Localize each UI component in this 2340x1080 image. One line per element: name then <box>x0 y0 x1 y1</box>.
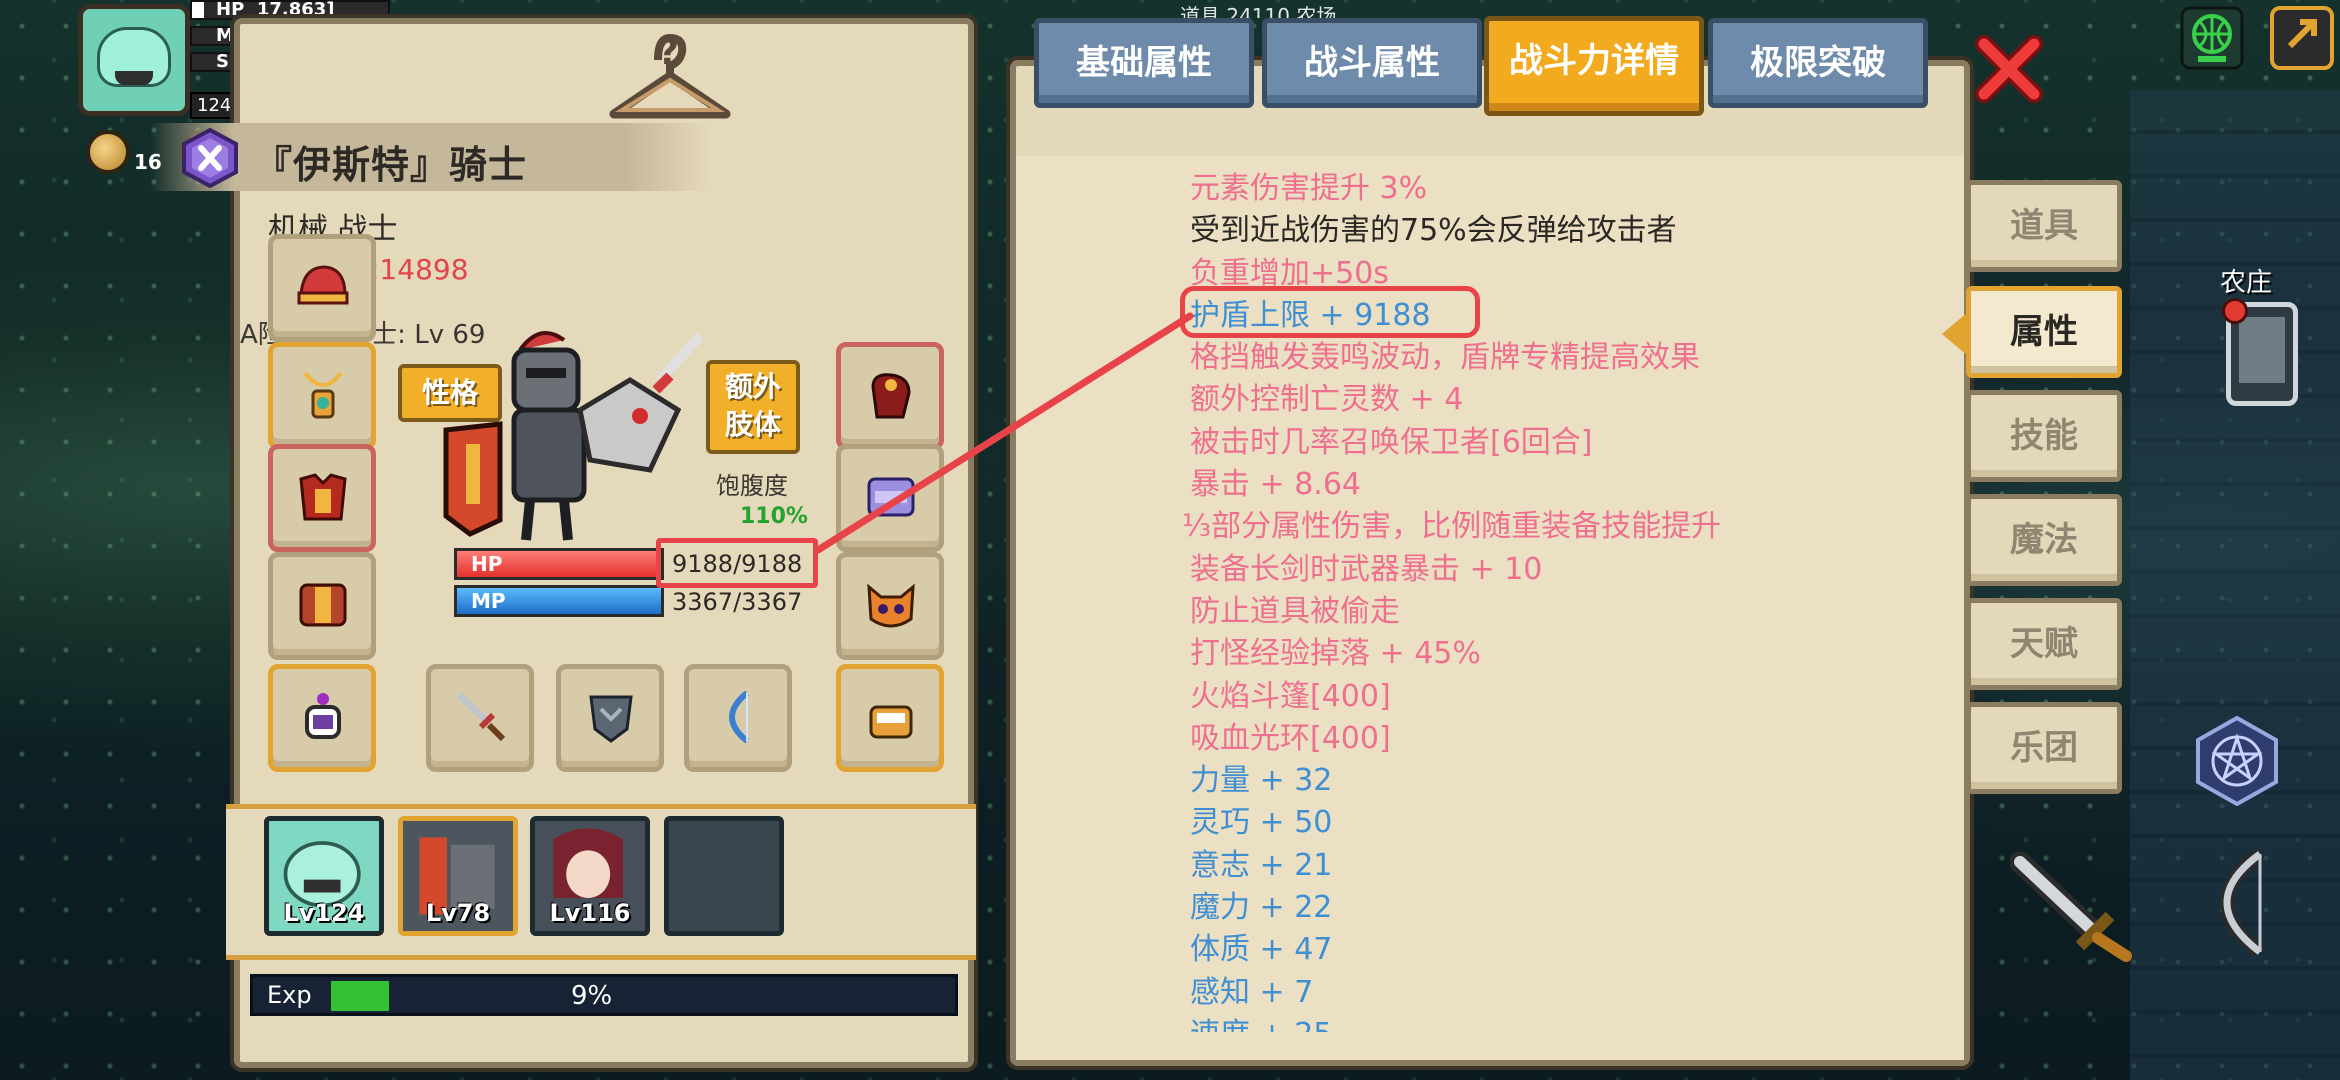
stat-line: 被击时几率召唤保卫者[6回合] <box>1190 424 1593 460</box>
stat-line: 格挡触发轰鸣波动，盾牌专精提高效果 <box>1190 340 1700 376</box>
party-member-empty[interactable] <box>664 816 784 936</box>
globe-icon[interactable] <box>2180 6 2244 70</box>
stat-line: 意志 + 21 <box>1190 847 1333 883</box>
character-name: 『伊斯特』骑士 <box>254 143 528 187</box>
equip-slot-pet[interactable] <box>836 552 944 660</box>
equip-slot-helmet[interactable] <box>268 234 376 342</box>
amulet-icon <box>303 371 343 419</box>
armor-icon <box>299 473 347 521</box>
sword-slot-icon <box>456 692 506 742</box>
stat-line: 魔力 + 22 <box>1190 890 1333 926</box>
stat-line: 打怪经验掉落 + 45% <box>1190 636 1481 672</box>
gauntlet-icon <box>871 373 911 419</box>
exp-value: 9% <box>571 981 613 1011</box>
svg-text:?: ? <box>658 32 679 73</box>
stat-line: 力量 + 32 <box>1190 763 1333 799</box>
tab-combat-power-details[interactable]: 战斗力详情 <box>1484 16 1704 116</box>
chest-icon <box>869 705 913 739</box>
satiety-label: 饱腹度 <box>716 472 788 500</box>
fox-mask-icon <box>867 583 915 628</box>
sword-icon[interactable] <box>2010 852 2140 962</box>
stat-line: 感知 + 7 <box>1190 974 1314 1010</box>
tab-combat-attributes[interactable]: 战斗属性 <box>1262 18 1482 108</box>
hud-hp-value: 17,863] <box>256 0 335 20</box>
hanger-icon[interactable]: ? <box>600 20 740 130</box>
portrait-mouth <box>115 71 153 85</box>
stat-line: 暴击 + 8.64 <box>1190 467 1362 503</box>
mp-bar-label: MP <box>471 589 506 613</box>
equip-slot-armor[interactable] <box>268 444 376 552</box>
side-tab-skills[interactable]: 技能 <box>1966 390 2122 482</box>
tab-limit-break[interactable]: 极限突破 <box>1708 18 1928 108</box>
equip-slot-shield-gear[interactable] <box>836 444 944 552</box>
knight-sprite <box>443 330 704 541</box>
stat-line: 火焰斗篷[400] <box>1190 678 1391 714</box>
mp-value: 3367/3367 <box>672 588 803 616</box>
close-icon[interactable] <box>1974 34 2044 104</box>
hp-bar-label: HP <box>471 552 503 576</box>
mp-bar: MP <box>454 585 664 617</box>
equip-slot-bow[interactable] <box>684 664 792 772</box>
exp-label: Exp <box>267 981 312 1009</box>
stat-line: 速度 + 25 <box>1190 1014 1930 1032</box>
stat-line: 元素伤害提升 3% <box>1190 171 1428 206</box>
stat-line: 吸血光环[400] <box>1190 720 1391 756</box>
side-menu-pointer <box>1942 312 1968 356</box>
annotation-box-shield <box>1180 286 1480 338</box>
hud-bar3-label: S <box>216 51 229 72</box>
equip-slot-belt[interactable] <box>268 552 376 660</box>
stat-line: 装备长剑时武器暴击 + 10 <box>1190 551 1543 587</box>
side-tab-magic[interactable]: 魔法 <box>1966 494 2122 586</box>
stat-line: 灵巧 + 50 <box>1190 805 1333 841</box>
hud-bar2-label: M <box>216 25 234 46</box>
exp-bar: Exp 9% <box>250 974 958 1016</box>
hp-bar: HP <box>454 548 664 580</box>
pentagram-icon[interactable] <box>2192 716 2282 806</box>
party-level-2: Lv78 <box>425 899 491 927</box>
gold-orb-icon <box>86 130 130 174</box>
tab-basic-attributes[interactable]: 基础属性 <box>1034 18 1254 108</box>
hud-hp-label: HP <box>216 0 245 20</box>
equip-slot-ring[interactable] <box>268 664 376 772</box>
equip-slot-gloves[interactable] <box>836 342 944 450</box>
exp-fill <box>331 981 389 1011</box>
class-x-icon <box>182 128 238 188</box>
dragon-shield-icon <box>589 695 633 743</box>
side-tab-items[interactable]: 道具 <box>1966 180 2122 272</box>
party-member-2[interactable]: Lv78 <box>398 816 518 936</box>
belt-icon <box>299 583 347 627</box>
bow-slot-icon <box>729 690 749 744</box>
satiety-value: 110% <box>740 504 808 529</box>
stat-line: 体质 + 47 <box>1190 932 1333 968</box>
extra-limb-button[interactable]: 额外 肢体 <box>706 360 800 454</box>
farm-label: 农庄 <box>2220 268 2273 298</box>
party-level-1: Lv124 <box>283 899 365 927</box>
equip-slot-sword[interactable] <box>426 664 534 772</box>
gear-box-icon <box>867 477 915 517</box>
equip-slot-amulet[interactable] <box>268 342 376 450</box>
annotation-box-hp <box>656 538 818 588</box>
party-level-3: Lv116 <box>549 899 631 927</box>
side-tab-band[interactable]: 乐团 <box>1966 702 2122 794</box>
potion-icon <box>305 693 341 739</box>
hud-level: 124 <box>190 92 239 119</box>
party-member-1[interactable]: Lv124 <box>264 816 384 936</box>
equip-slot-accessory[interactable] <box>836 664 944 772</box>
stat-line: 受到近战伤害的75%会反弹给攻击者 <box>1190 213 1677 249</box>
side-tab-attributes[interactable]: 属性 <box>1966 286 2122 378</box>
player-portrait[interactable] <box>78 4 190 116</box>
exit-icon[interactable] <box>2270 6 2334 70</box>
side-tab-talents[interactable]: 天赋 <box>1966 598 2122 690</box>
bow-icon[interactable] <box>2190 848 2290 958</box>
stat-line: 额外控制亡灵数 + 4 <box>1190 382 1464 418</box>
stat-line: ⅓部分属性伤害，比例随重装备技能提升 <box>1182 509 1722 545</box>
hud-hp-bar: HP 17,863] <box>190 0 390 20</box>
party-member-3[interactable]: Lv116 <box>530 816 650 936</box>
helmet-icon <box>297 265 349 305</box>
stat-line: 防止道具被偷走 <box>1190 593 1400 629</box>
equip-slot-shield[interactable] <box>556 664 664 772</box>
notification-dot <box>2222 298 2248 324</box>
